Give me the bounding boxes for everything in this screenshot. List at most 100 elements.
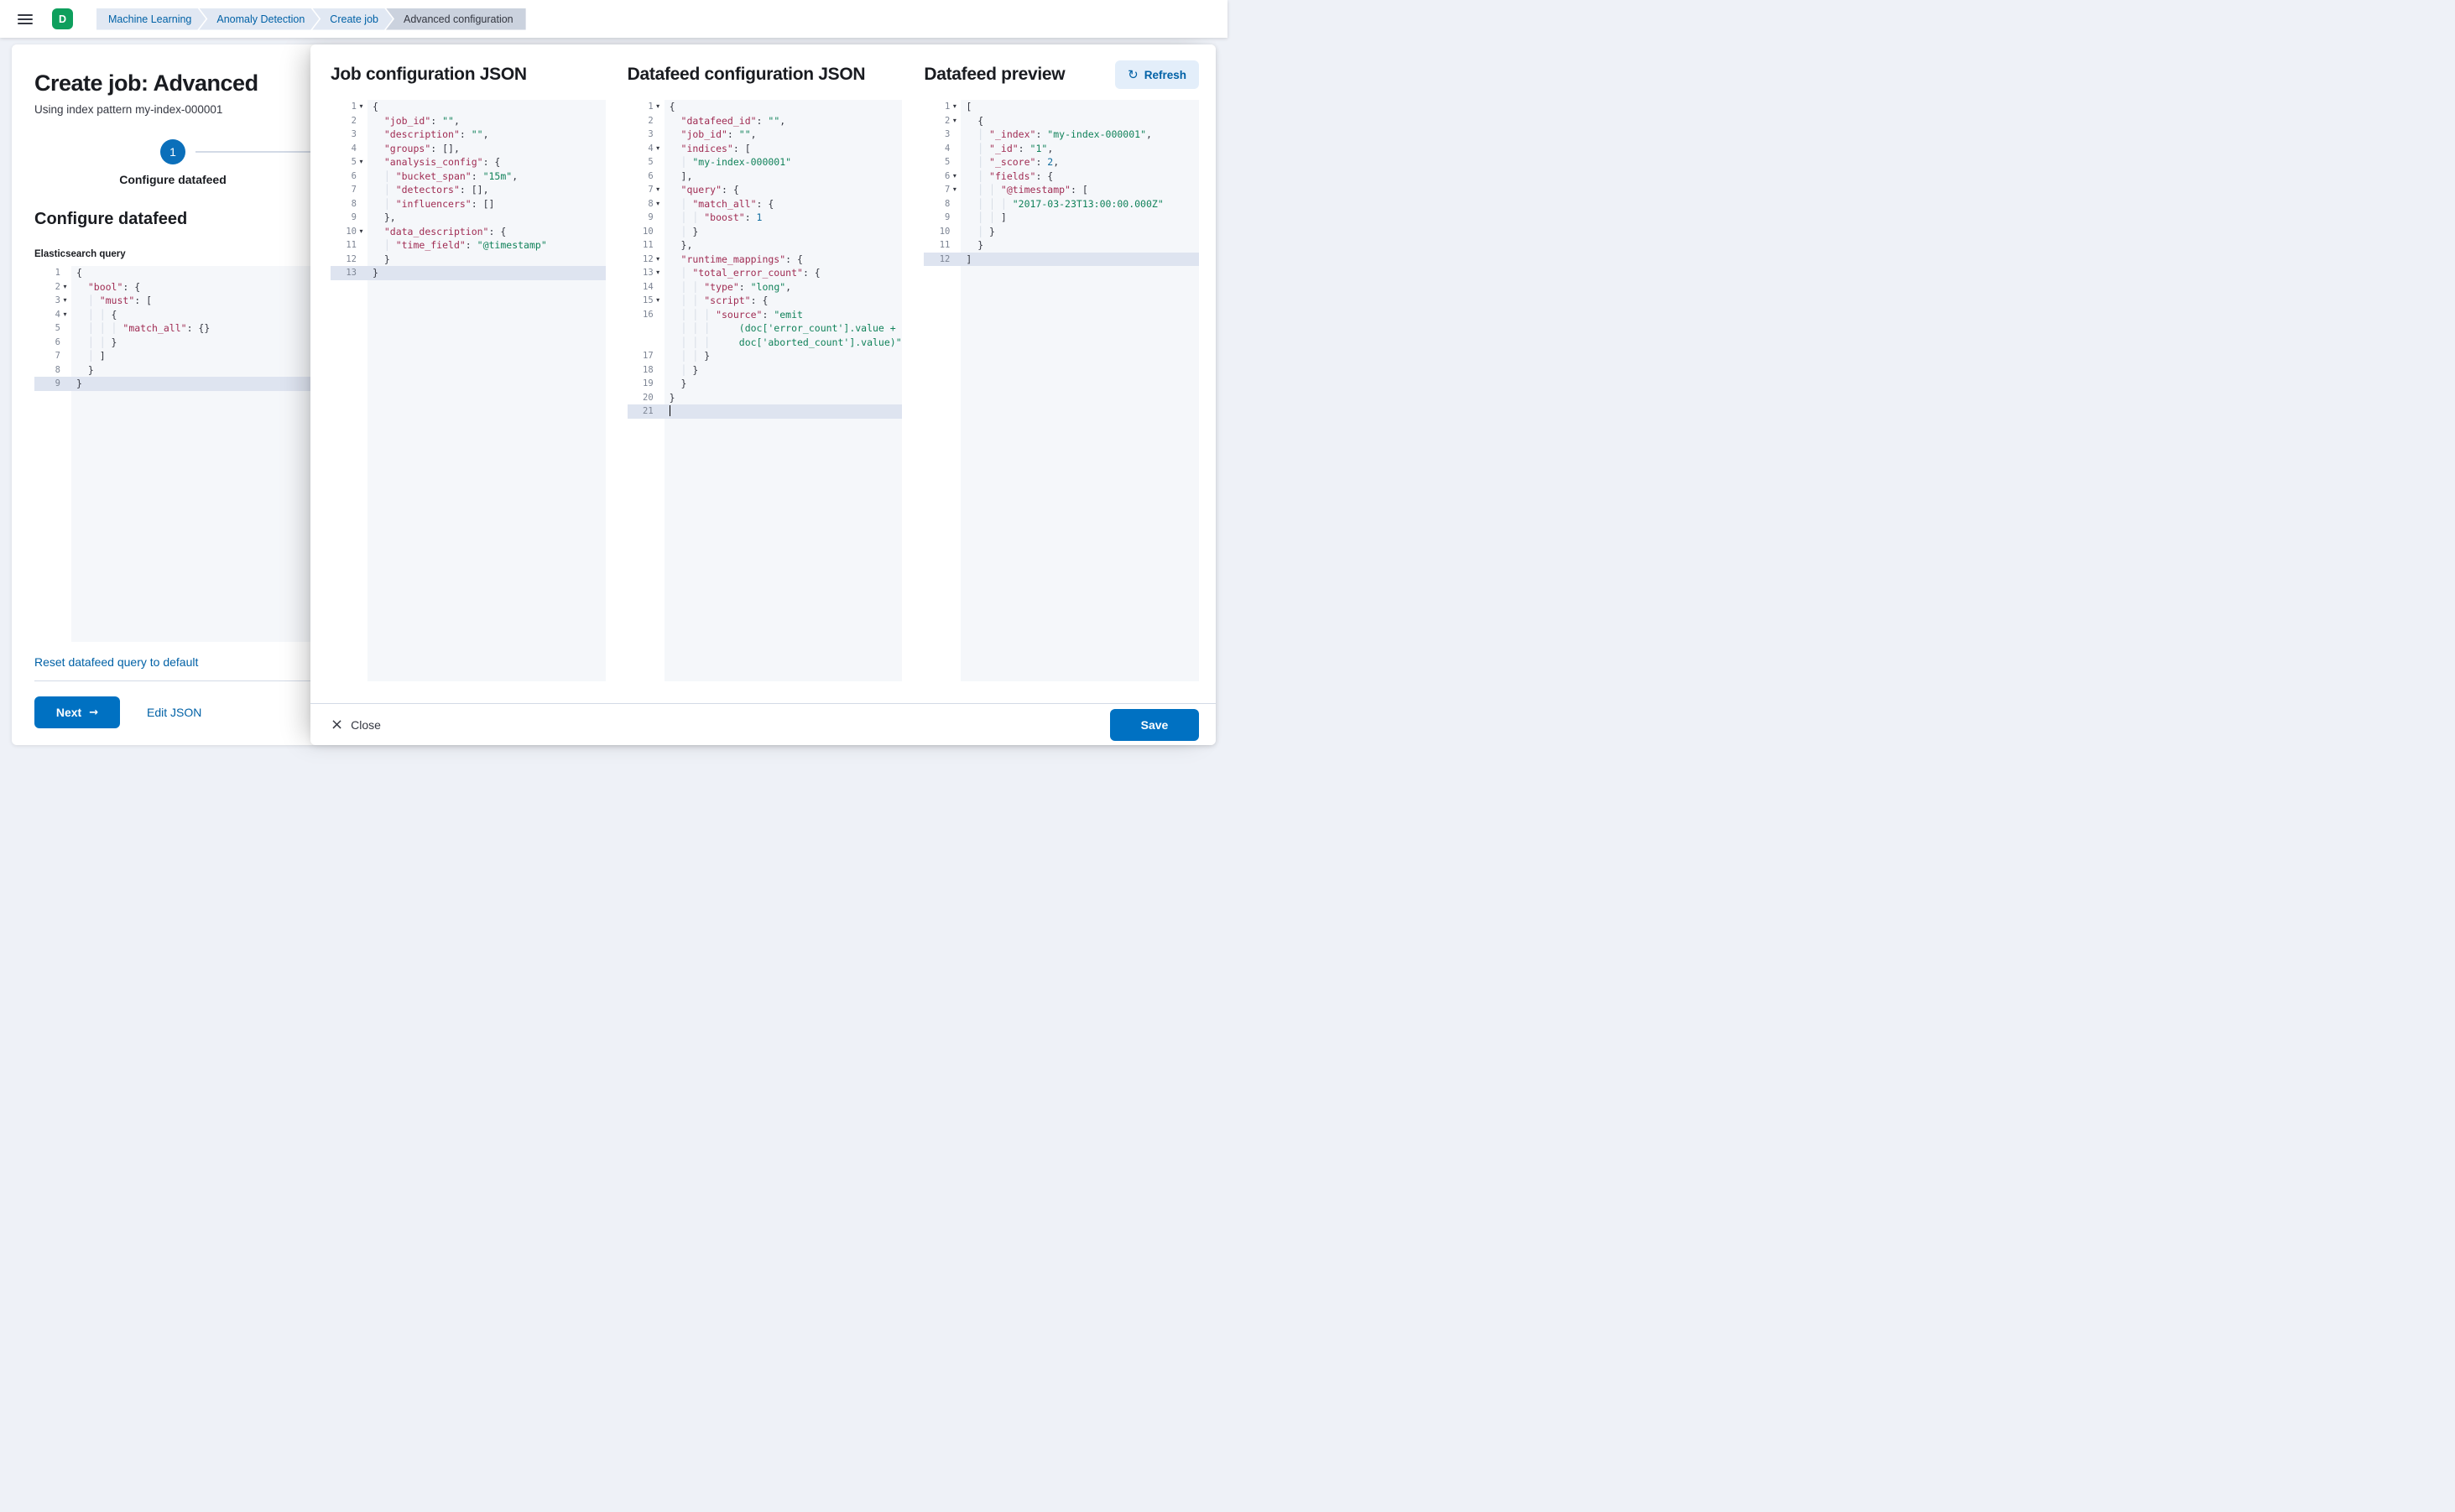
code-line[interactable]: 5 │ "_score": 2, (924, 155, 1199, 169)
breadcrumb: Machine Learning Anomaly Detection Creat… (96, 8, 526, 30)
close-icon: × (331, 717, 343, 733)
text-cursor (670, 405, 671, 416)
code-line[interactable]: 6 ], (628, 169, 903, 184)
code-line[interactable]: 2▾ { (924, 114, 1199, 128)
fold-caret-icon[interactable]: ▾ (950, 114, 959, 128)
menu-icon[interactable] (10, 5, 40, 34)
code-line[interactable]: 12▾ "runtime_mappings": { (628, 253, 903, 267)
code-line[interactable]: 1▾{ (331, 100, 606, 114)
code-line[interactable]: 8 │ │ │ "2017-03-23T13:00:00.000Z" (924, 197, 1199, 211)
code-line[interactable]: 16 │ │ │ "source": "emit (628, 308, 903, 322)
fold-caret-icon[interactable]: ▾ (654, 100, 663, 114)
code-line[interactable]: 4 │ "_id": "1", (924, 142, 1199, 156)
edit-json-button[interactable]: Edit JSON (147, 706, 201, 719)
code-line[interactable]: 7▾ │ │ "@timestamp": [ (924, 183, 1199, 197)
fold-caret-icon[interactable]: ▾ (357, 225, 366, 239)
breadcrumb-machine-learning[interactable]: Machine Learning (96, 8, 206, 30)
next-button-label: Next (56, 706, 81, 719)
code-line[interactable]: 15▾ │ │ "script": { (628, 294, 903, 308)
code-line[interactable]: 14 │ │ "type": "long", (628, 280, 903, 295)
fold-caret-icon[interactable]: ▾ (60, 308, 70, 322)
code-line[interactable]: 13} (331, 266, 606, 280)
code-line[interactable]: 8 │ "influencers": [] (331, 197, 606, 211)
code-line[interactable]: 2 "datafeed_id": "", (628, 114, 903, 128)
fold-caret-icon[interactable]: ▾ (654, 183, 663, 197)
fold-caret-icon[interactable]: ▾ (950, 183, 959, 197)
fold-caret-icon[interactable]: ▾ (357, 100, 366, 114)
refresh-button-label: Refresh (1144, 69, 1186, 81)
breadcrumb-anomaly-detection[interactable]: Anomaly Detection (199, 8, 319, 30)
fold-caret-icon[interactable]: ▾ (654, 266, 663, 280)
next-button[interactable]: Next → (34, 696, 120, 728)
datafeed-preview-column: Datafeed preview ↻ Refresh 1▾[2▾ {3 │ "_… (924, 58, 1199, 681)
refresh-icon: ↻ (1128, 67, 1139, 82)
job-configuration-editor[interactable]: 1▾{2 "job_id": "",3 "description": "",4 … (331, 100, 606, 681)
datafeed-preview-title: Datafeed preview (924, 65, 1065, 85)
code-line[interactable]: 20} (628, 391, 903, 405)
code-line[interactable]: 12] (924, 253, 1199, 267)
code-line[interactable]: 1▾[ (924, 100, 1199, 114)
breadcrumb-advanced-configuration: Advanced configuration (386, 8, 526, 30)
code-line[interactable]: 6 │ "bucket_span": "15m", (331, 169, 606, 184)
fold-caret-icon[interactable]: ▾ (357, 155, 366, 169)
top-header: D Machine Learning Anomaly Detection Cre… (0, 0, 1228, 38)
flyout-body: Job configuration JSON 1▾{2 "job_id": ""… (310, 44, 1216, 703)
datafeed-configuration-title: Datafeed configuration JSON (628, 65, 866, 85)
code-line[interactable]: 9 }, (331, 211, 606, 225)
code-line[interactable]: 19 } (628, 377, 903, 391)
code-line[interactable]: 9 │ │ "boost": 1 (628, 211, 903, 225)
code-line[interactable]: 3 "job_id": "", (628, 128, 903, 142)
code-line[interactable]: 10 │ } (924, 225, 1199, 239)
refresh-button[interactable]: ↻ Refresh (1115, 60, 1199, 89)
code-line[interactable]: 8▾ │ "match_all": { (628, 197, 903, 211)
code-line[interactable]: │ │ │ (doc['error_count'].value + (628, 321, 903, 336)
arrow-right-icon: → (89, 706, 98, 719)
fold-caret-icon[interactable]: ▾ (654, 142, 663, 156)
fold-caret-icon[interactable]: ▾ (60, 294, 70, 308)
edit-json-flyout: Job configuration JSON 1▾{2 "job_id": ""… (310, 44, 1216, 745)
code-line[interactable]: 1▾{ (628, 100, 903, 114)
step-label: Configure datafeed (87, 173, 258, 186)
datafeed-configuration-editor[interactable]: 1▾{2 "datafeed_id": "",3 "job_id": "",4▾… (628, 100, 903, 681)
close-button-label: Close (351, 718, 381, 732)
fold-caret-icon[interactable]: ▾ (654, 197, 663, 211)
code-line[interactable]: 9 │ │ ] (924, 211, 1199, 225)
datafeed-preview-editor[interactable]: 1▾[2▾ {3 │ "_index": "my-index-000001",4… (924, 100, 1199, 681)
code-line[interactable]: 3 │ "_index": "my-index-000001", (924, 128, 1199, 142)
job-configuration-column: Job configuration JSON 1▾{2 "job_id": ""… (331, 58, 606, 681)
fold-caret-icon[interactable]: ▾ (950, 169, 959, 184)
step-circle[interactable]: 1 (160, 139, 185, 164)
code-line[interactable]: 21 (628, 404, 903, 419)
code-line[interactable]: 4▾ "indices": [ (628, 142, 903, 156)
fold-caret-icon[interactable]: ▾ (654, 253, 663, 267)
code-line[interactable]: 3 "description": "", (331, 128, 606, 142)
code-line[interactable]: 11 } (924, 238, 1199, 253)
code-line[interactable]: 5▾ "analysis_config": { (331, 155, 606, 169)
code-line[interactable]: 7 │ "detectors": [], (331, 183, 606, 197)
code-line[interactable]: │ │ │ doc['aborted_count'].value)" (628, 336, 903, 350)
flyout-footer: × Close Save (310, 703, 1216, 745)
code-line[interactable]: 18 │ } (628, 363, 903, 378)
code-line[interactable]: 11 }, (628, 238, 903, 253)
code-line[interactable]: 5 │ "my-index-000001" (628, 155, 903, 169)
fold-caret-icon[interactable]: ▾ (654, 294, 663, 308)
breadcrumb-create-job[interactable]: Create job (312, 8, 393, 30)
datafeed-configuration-column: Datafeed configuration JSON 1▾{2 "datafe… (628, 58, 903, 681)
fold-caret-icon[interactable]: ▾ (60, 280, 70, 295)
code-line[interactable]: 6▾ │ "fields": { (924, 169, 1199, 184)
code-line[interactable]: 17 │ │ } (628, 349, 903, 363)
code-line[interactable]: 4 "groups": [], (331, 142, 606, 156)
code-line[interactable]: 7▾ "query": { (628, 183, 903, 197)
code-line[interactable]: 13▾ │ "total_error_count": { (628, 266, 903, 280)
fold-caret-icon[interactable]: ▾ (950, 100, 959, 114)
code-line[interactable]: 2 "job_id": "", (331, 114, 606, 128)
job-configuration-title: Job configuration JSON (331, 65, 527, 85)
reset-datafeed-query-link[interactable]: Reset datafeed query to default (34, 655, 198, 669)
code-line[interactable]: 11 │ "time_field": "@timestamp" (331, 238, 606, 253)
code-line[interactable]: 10▾ "data_description": { (331, 225, 606, 239)
save-button[interactable]: Save (1110, 709, 1199, 741)
code-line[interactable]: 10 │ } (628, 225, 903, 239)
code-line[interactable]: 12 } (331, 253, 606, 267)
user-avatar[interactable]: D (52, 8, 73, 29)
close-button[interactable]: × Close (331, 717, 381, 733)
